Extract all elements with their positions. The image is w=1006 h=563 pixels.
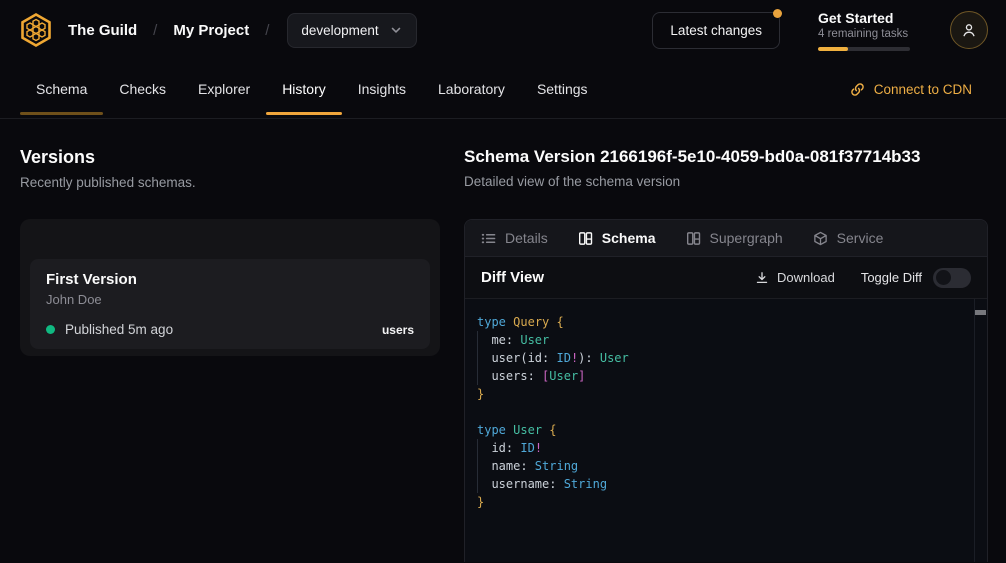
version-detail-panel: Schema Version 2166196f-5e10-4059-bd0a-0… [464,119,1006,562]
version-detail-subtitle: Detailed view of the schema version [464,174,988,189]
detail-tab-label: Service [837,230,884,246]
breadcrumb-separator: / [265,22,269,39]
tab-underline [182,112,266,115]
tab-underline [521,112,604,115]
versions-subtitle: Recently published schemas. [20,175,440,190]
download-button[interactable]: Download [755,270,835,285]
switch-knob [936,270,951,285]
code-content: type Query { me: User user(id: ID!): Use… [477,313,973,511]
toggle-diff-label: Toggle Diff [861,270,922,285]
tab-schema[interactable]: Schema [20,60,103,118]
tab-label: Laboratory [438,81,505,97]
get-started-progressbar [818,47,910,51]
tab-underline [342,112,422,115]
box-icon [813,231,828,246]
latest-changes-button[interactable]: Latest changes [652,12,780,49]
detail-tab-supergraph[interactable]: Supergraph [686,230,783,246]
page-tabs: Schema Checks Explorer History Insights … [0,60,1006,119]
tab-label: Settings [537,81,588,97]
toggle-diff-switch[interactable] [933,268,971,288]
connect-to-cdn-label: Connect to CDN [874,82,972,97]
target-selector[interactable]: development [287,13,416,48]
versions-title: Versions [20,147,440,168]
link-icon [850,82,865,97]
detail-tab-schema[interactable]: Schema [578,230,656,246]
tab-insights[interactable]: Insights [342,60,422,118]
breadcrumb-org[interactable]: The Guild [68,22,137,39]
tab-settings[interactable]: Settings [521,60,604,118]
versions-panel: Versions Recently published schemas. Fir… [0,119,464,562]
version-list-item[interactable]: First Version John Doe Published 5m ago … [30,259,430,349]
version-author: John Doe [46,292,414,307]
schema-code-editor[interactable]: type Query { me: User user(id: ID!): Use… [465,299,987,562]
tab-underline [20,112,103,115]
main-content: Versions Recently published schemas. Fir… [0,119,1006,562]
tab-explorer[interactable]: Explorer [182,60,266,118]
version-detail-title: Schema Version 2166196f-5e10-4059-bd0a-0… [464,147,988,167]
get-started-title: Get Started [818,10,910,26]
detail-tabs: Details Schema [465,220,987,257]
target-selector-value: development [301,23,378,38]
editor-scrollbar[interactable] [974,299,987,562]
download-label: Download [777,270,835,285]
tab-laboratory[interactable]: Laboratory [422,60,521,118]
version-status: Published 5m ago [65,322,173,337]
detail-tab-label: Details [505,230,548,246]
user-avatar[interactable] [950,11,988,49]
tab-underline [422,112,521,115]
diff-view-header: Diff View Download Toggle Diff [465,257,987,299]
user-icon [960,21,978,39]
published-status-dot [46,325,55,334]
version-detail-card: Details Schema [464,219,988,562]
tab-underline [103,112,182,115]
latest-changes-label: Latest changes [670,23,762,38]
columns-icon [686,231,701,246]
versions-list: First Version John Doe Published 5m ago … [20,219,440,356]
tab-label: Schema [36,81,87,97]
detail-tab-label: Schema [602,230,656,246]
chevron-down-icon [389,23,403,37]
breadcrumb-separator: / [153,22,157,39]
indent-guide [477,439,478,493]
download-icon [755,271,769,285]
hive-logo-icon[interactable] [18,12,54,48]
notification-dot [773,9,782,18]
columns-icon [578,231,593,246]
toggle-diff-group: Toggle Diff [861,268,971,288]
version-status-row: Published 5m ago users [46,322,414,337]
breadcrumb-project[interactable]: My Project [173,22,249,39]
diff-view-title: Diff View [481,269,544,286]
connect-to-cdn-button[interactable]: Connect to CDN [850,60,972,118]
get-started-widget[interactable]: Get Started 4 remaining tasks [818,10,910,51]
tab-history[interactable]: History [266,60,342,118]
breadcrumb: The Guild / My Project / [68,22,269,39]
get-started-progress-fill [818,47,848,51]
version-service-name: users [382,323,414,337]
tab-label: Explorer [198,81,250,97]
detail-tab-details[interactable]: Details [481,230,548,246]
detail-tab-label: Supergraph [710,230,783,246]
tab-label: History [282,81,326,97]
scrollbar-thumb[interactable] [975,310,986,315]
get-started-subtitle: 4 remaining tasks [818,28,910,40]
tab-label: Checks [119,81,166,97]
list-icon [481,231,496,246]
tab-label: Insights [358,81,406,97]
app-header: The Guild / My Project / development Lat… [0,0,1006,60]
version-name: First Version [46,271,414,288]
detail-tab-service[interactable]: Service [813,230,884,246]
tab-underline [266,112,342,115]
tab-checks[interactable]: Checks [103,60,182,118]
indent-guide [477,331,478,385]
diff-actions: Download Toggle Diff [755,268,971,288]
